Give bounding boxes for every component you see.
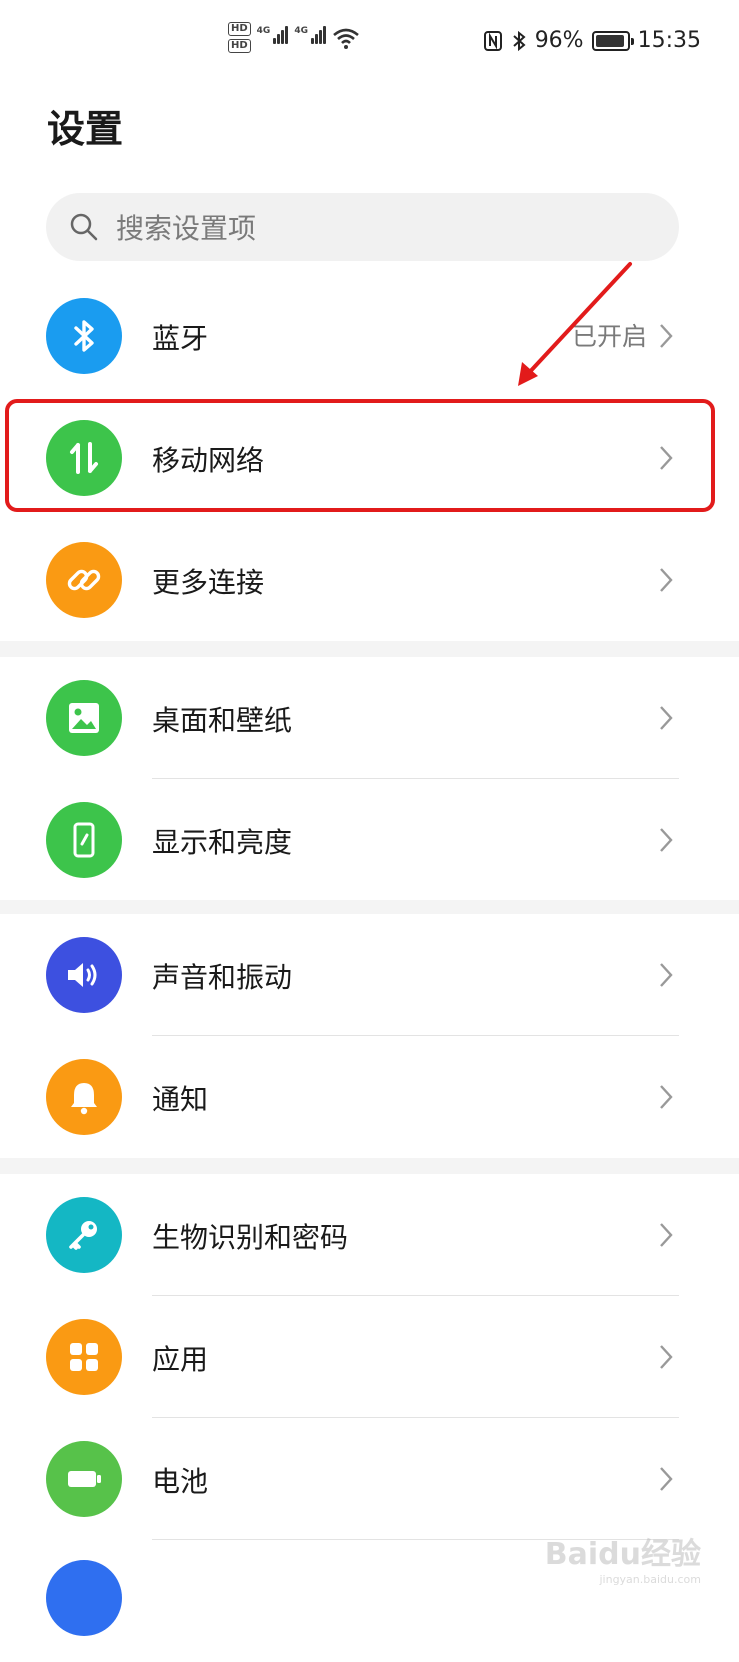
row-label: 通知 [152, 1083, 209, 1116]
chevron-right-icon [660, 828, 673, 852]
row-biometrics-password[interactable]: 生物识别和密码 [0, 1174, 739, 1296]
hd-badge-1: HD [228, 22, 251, 36]
bluetooth-icon [46, 298, 122, 374]
highlight-box [5, 399, 715, 512]
link-icon [46, 542, 122, 618]
clock: 15:35 [637, 28, 701, 53]
row-battery[interactable]: 电池 [0, 1418, 739, 1540]
chevron-right-icon [660, 1345, 673, 1369]
battery-status-icon [591, 30, 634, 51]
row-display-brightness[interactable]: 显示和亮度 [0, 779, 739, 901]
watermark-logo: Baidu经验 jingyan.baidu.com [545, 1529, 701, 1586]
partial-icon [46, 1560, 122, 1636]
chevron-right-icon [660, 1085, 673, 1109]
sim1-signal-icon: 4G [257, 26, 289, 44]
key-icon [46, 1197, 122, 1273]
search-icon [70, 213, 98, 241]
section-divider [0, 1158, 739, 1174]
chevron-right-icon [660, 568, 673, 592]
row-more-connections[interactable]: 更多连接 [0, 519, 739, 641]
row-label: 桌面和壁纸 [152, 704, 293, 737]
status-left: HD HD 4G 4G [228, 22, 360, 62]
status-right: 96% 15:35 [483, 28, 701, 53]
search-placeholder: 搜索设置项 [116, 212, 257, 245]
wallpaper-icon [46, 680, 122, 756]
row-sound-vibration[interactable]: 声音和振动 [0, 914, 739, 1036]
battery-percent: 96% [534, 28, 584, 53]
row-label: 更多连接 [152, 566, 265, 599]
bell-icon [46, 1059, 122, 1135]
page-title: 设置 [47, 107, 124, 151]
row-label: 应用 [152, 1343, 209, 1376]
battery-icon [46, 1441, 122, 1517]
bluetooth-status-icon [513, 30, 526, 51]
chevron-right-icon [660, 706, 673, 730]
hd-badge-2: HD [228, 39, 251, 53]
row-label: 生物识别和密码 [152, 1221, 349, 1254]
row-label: 显示和亮度 [152, 826, 293, 859]
row-apps[interactable]: 应用 [0, 1296, 739, 1418]
status-bar: HD HD 4G 4G 96% 15:35 [0, 0, 739, 82]
search-input[interactable]: 搜索设置项 [46, 193, 679, 261]
sim2-signal-icon: 4G [294, 26, 326, 44]
row-label: 声音和振动 [152, 961, 293, 994]
section-divider [0, 641, 739, 657]
sound-icon [46, 937, 122, 1013]
watermark-text: Baidu经验 [544, 1537, 701, 1572]
chevron-right-icon [660, 324, 673, 348]
row-label: 电池 [152, 1465, 209, 1498]
wifi-icon [333, 28, 359, 49]
annotation-arrow-icon [518, 262, 632, 386]
row-notifications[interactable]: 通知 [0, 1036, 739, 1158]
row-wallpaper[interactable]: 桌面和壁纸 [0, 657, 739, 779]
chevron-right-icon [660, 963, 673, 987]
chevron-right-icon [660, 1223, 673, 1247]
section-sound: 声音和振动 通知 [0, 914, 739, 1158]
watermark-url: jingyan.baidu.com [599, 1573, 701, 1586]
row-label: 蓝牙 [152, 322, 209, 355]
apps-icon [46, 1319, 122, 1395]
display-icon [46, 802, 122, 878]
nfc-icon [483, 30, 502, 51]
section-display: 桌面和壁纸 显示和亮度 [0, 657, 739, 901]
chevron-right-icon [660, 1467, 673, 1491]
